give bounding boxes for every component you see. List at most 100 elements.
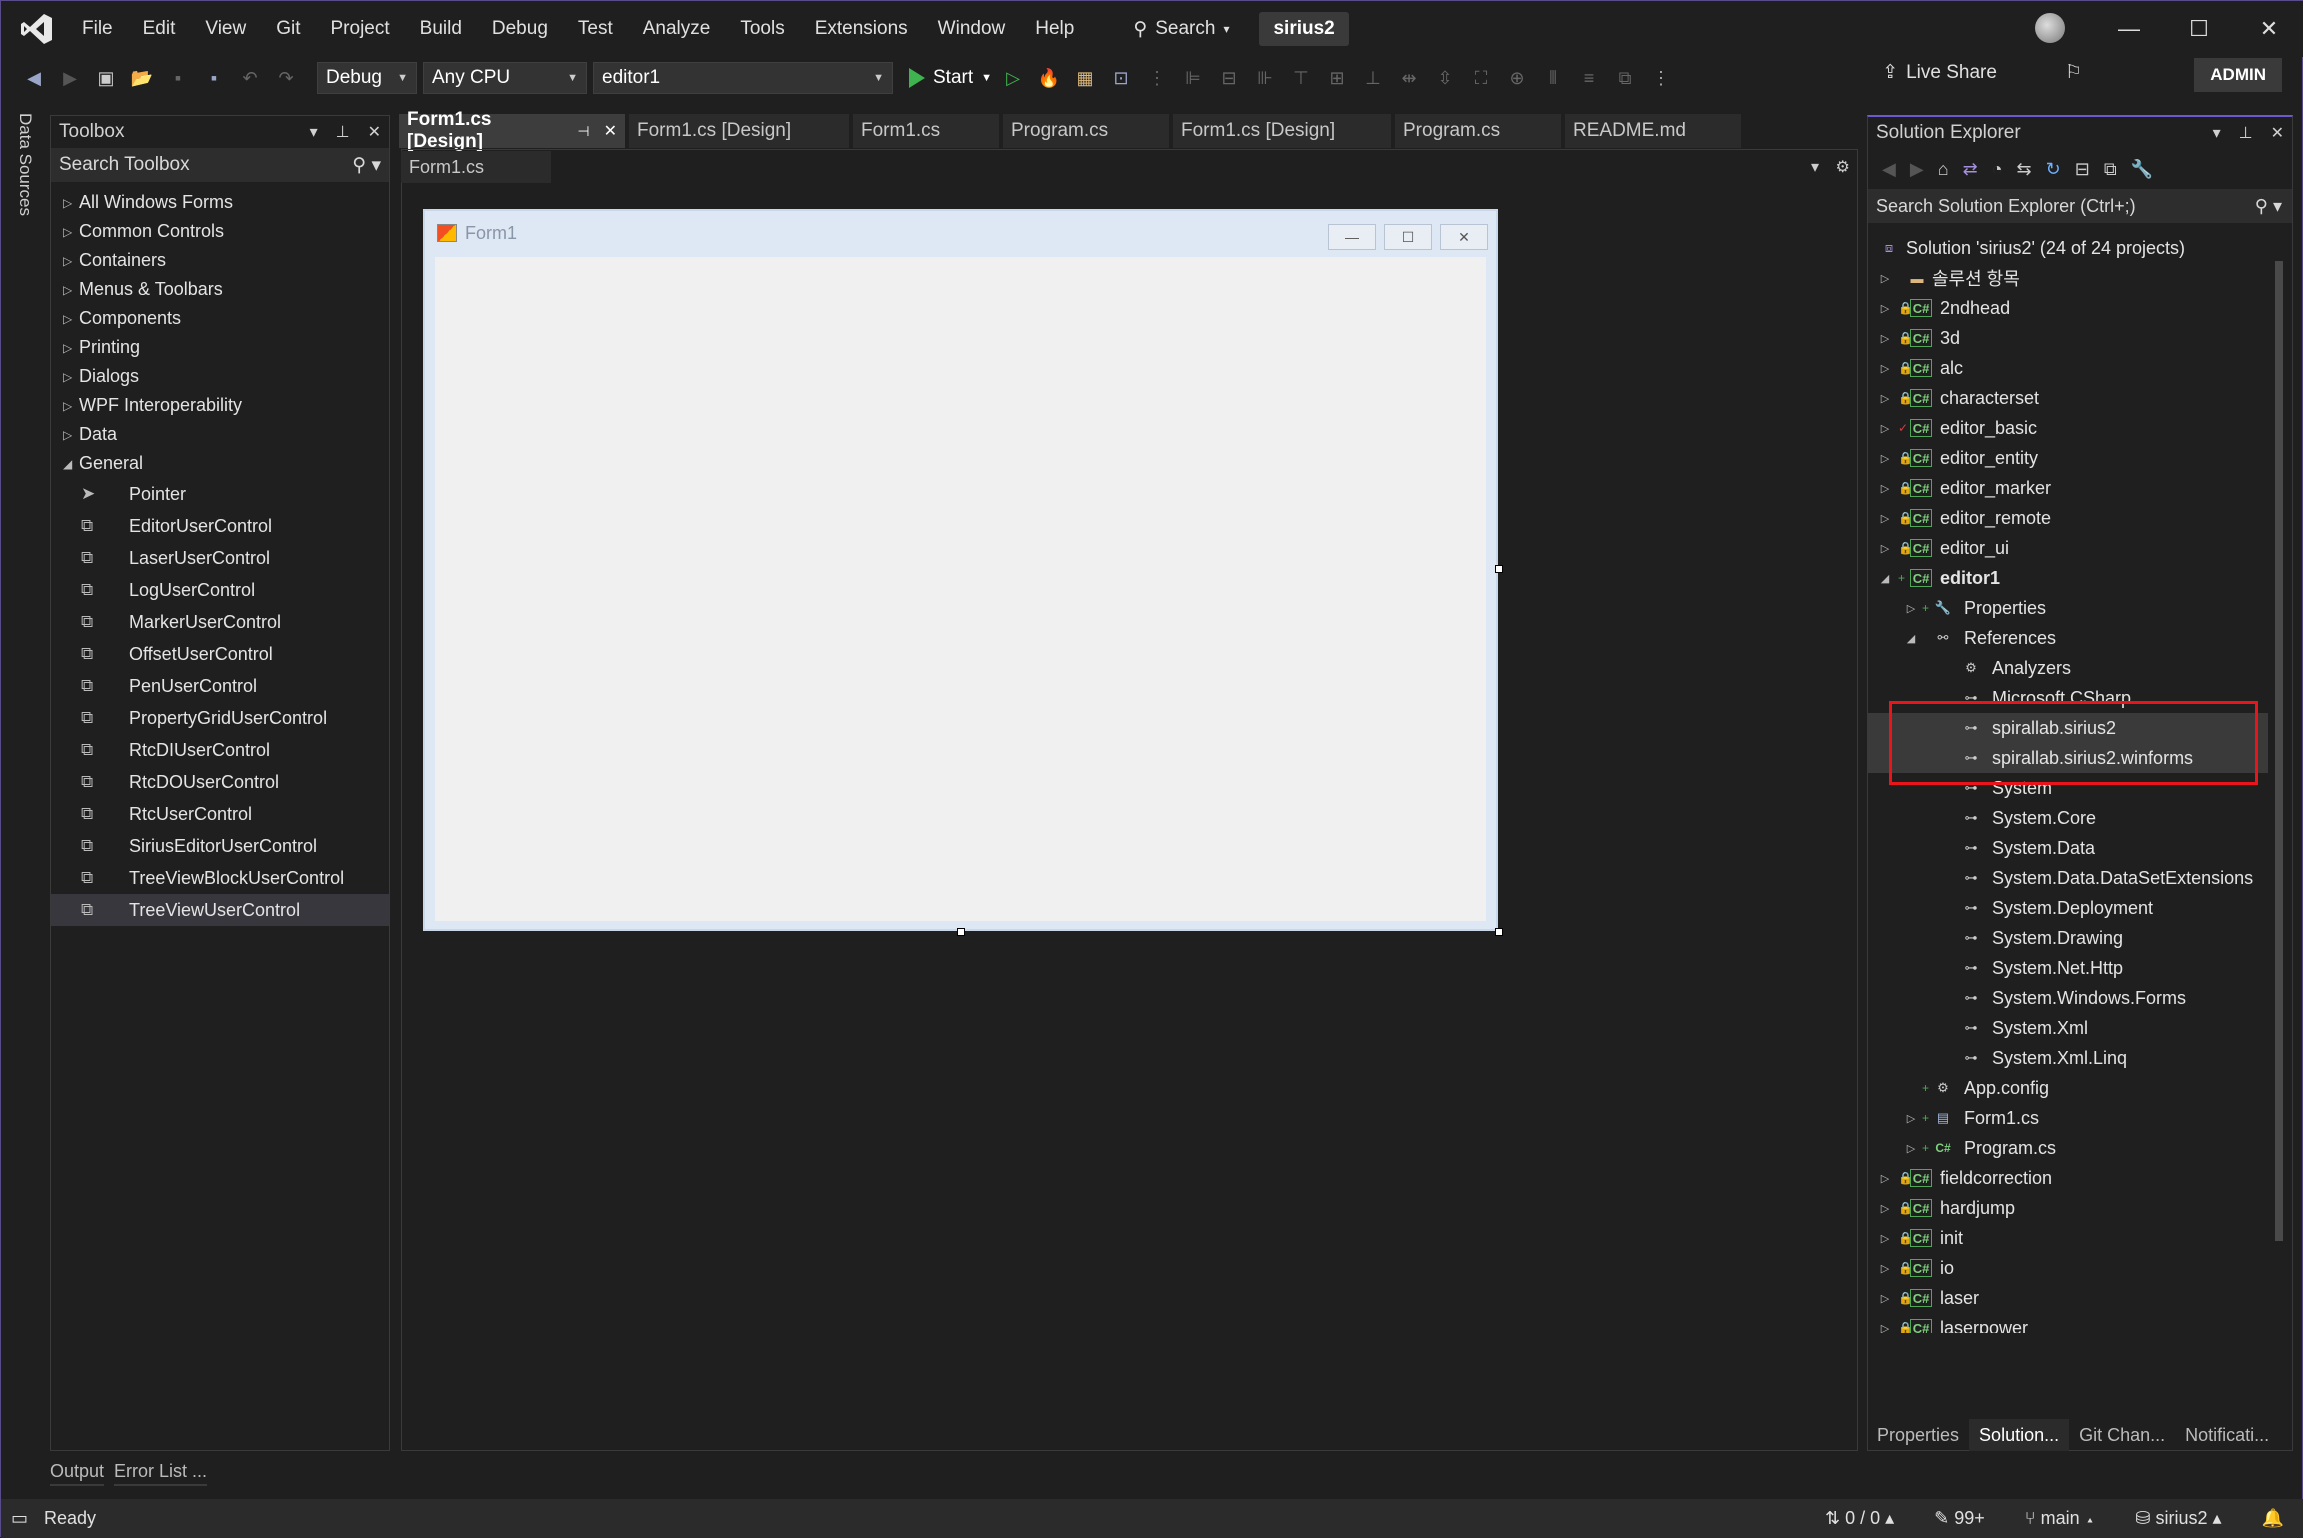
horizontal-spacing-icon[interactable]: ⫴: [1538, 63, 1568, 93]
start-button[interactable]: Start ▼: [909, 67, 992, 89]
tab-document[interactable]: Form1.cs [Design]: [629, 114, 849, 148]
hot-reload-icon[interactable]: 🔥: [1034, 63, 1064, 93]
search-icon[interactable]: ⚲ ▾: [352, 154, 381, 177]
collapse-all-icon[interactable]: ⊟: [2075, 159, 2090, 180]
tree-node-reference[interactable]: ⊶ System.Xml: [1868, 1013, 2268, 1043]
tree-node-project[interactable]: ▷ ✓ C# editor_basic: [1868, 413, 2268, 443]
tree-node-project-editor1[interactable]: ◢ + C# editor1: [1868, 563, 2268, 593]
size-to-grid-icon[interactable]: ⊕: [1502, 63, 1532, 93]
redo-icon[interactable]: ↷: [271, 63, 301, 93]
menu-view[interactable]: View: [190, 1, 261, 57]
tree-node-reference[interactable]: ⊶ System.Deployment: [1868, 893, 2268, 923]
platform-select[interactable]: Any CPU ▼: [423, 62, 587, 94]
repo-status[interactable]: ⛁ sirius2 ▴: [2135, 1508, 2221, 1529]
close-icon[interactable]: ✕: [368, 122, 381, 142]
visual-studio-logo-icon[interactable]: [17, 9, 57, 49]
align-lefts-icon[interactable]: ⊫: [1178, 63, 1208, 93]
tree-node-project[interactable]: ▷ 🔒 C# alc: [1868, 353, 2268, 383]
tree-node-project[interactable]: ▷ 🔒 C# hardjump: [1868, 1193, 2268, 1223]
resize-handle-bottom[interactable]: [957, 928, 965, 936]
tree-node-project[interactable]: ▷ 🔒 C# characterset: [1868, 383, 2268, 413]
toolbox-item[interactable]: ⧉ LaserUserControl: [51, 542, 389, 574]
feedback-icon[interactable]: ⚐: [2065, 61, 2082, 84]
tab-output[interactable]: Output: [50, 1459, 105, 1486]
close-icon[interactable]: ✕: [2271, 123, 2284, 143]
pin-icon[interactable]: ⊥: [336, 122, 350, 142]
form1-designer-window[interactable]: Form1 — ☐ ✕: [423, 209, 1498, 931]
tree-node-solution[interactable]: ⧈ Solution 'sirius2' (24 of 24 projects): [1868, 233, 2268, 263]
menu-edit[interactable]: Edit: [128, 1, 191, 57]
close-icon[interactable]: ✕: [604, 121, 617, 141]
tab-dropdown-icon[interactable]: ▾: [1811, 159, 1819, 176]
save-icon[interactable]: ▪: [163, 63, 193, 93]
toolbox-category-general[interactable]: ◢ General: [51, 449, 389, 478]
resize-handle-right[interactable]: [1495, 565, 1503, 573]
same-height-icon[interactable]: ⇳: [1430, 63, 1460, 93]
menu-file[interactable]: File: [67, 1, 128, 57]
solution-explorer-search-input[interactable]: Search Solution Explorer (Ctrl+;) ⚲ ▾: [1868, 189, 2292, 223]
back-icon[interactable]: ◀: [19, 63, 49, 93]
menu-window[interactable]: Window: [923, 1, 1021, 57]
tree-node-project[interactable]: ▷ 🔒 C# laser: [1868, 1283, 2268, 1313]
same-size-icon[interactable]: ⛶: [1466, 63, 1496, 93]
menu-help[interactable]: Help: [1020, 1, 1089, 57]
refresh-icon[interactable]: ↻: [2046, 159, 2061, 180]
menu-extensions[interactable]: Extensions: [800, 1, 923, 57]
toolbox-category[interactable]: ▷ Common Controls: [51, 217, 389, 246]
user-avatar[interactable]: [2035, 13, 2065, 43]
scrollbar-thumb[interactable]: [2275, 261, 2283, 1241]
tab-document[interactable]: Program.cs: [1003, 114, 1169, 148]
start-without-debugging-icon[interactable]: ▷: [998, 63, 1028, 93]
tab-git-changes[interactable]: Git Chan...: [2069, 1419, 2175, 1451]
output-window-icon[interactable]: ▭: [11, 1508, 28, 1529]
tree-node-reference[interactable]: ⊶ System.Data.DataSetExtensions: [1868, 863, 2268, 893]
tree-node-file[interactable]: ▷ + ▤ Form1.cs: [1868, 1103, 2268, 1133]
tree-node-project[interactable]: ▷ 🔒 C# fieldcorrection: [1868, 1163, 2268, 1193]
vertical-spacing-icon[interactable]: ≡: [1574, 63, 1604, 93]
tree-node-reference[interactable]: ⊶ System.Net.Http: [1868, 953, 2268, 983]
switch-views-icon[interactable]: ⇄: [1963, 159, 1978, 180]
tree-node-project[interactable]: ▷ 🔒 C# init: [1868, 1223, 2268, 1253]
tab-form1-design-active[interactable]: Form1.cs [Design] ⊣ ✕: [399, 109, 625, 152]
layout-toolbar-icon[interactable]: ⊡: [1106, 63, 1136, 93]
tree-node-reference[interactable]: ⊶ System.Xml.Linq: [1868, 1043, 2268, 1073]
new-project-icon[interactable]: ▣: [91, 63, 121, 93]
forward-icon[interactable]: ▶: [55, 63, 85, 93]
menu-debug[interactable]: Debug: [477, 1, 563, 57]
toolbox-category[interactable]: ▷ Data: [51, 420, 389, 449]
back-icon[interactable]: ◀: [1882, 159, 1896, 180]
menu-analyze[interactable]: Analyze: [628, 1, 726, 57]
tree-node-reference[interactable]: ⊶ System.Data: [1868, 833, 2268, 863]
toolbox-item[interactable]: ⧉ OffsetUserControl: [51, 638, 389, 670]
tree-node-reference[interactable]: ⊶ System.Windows.Forms: [1868, 983, 2268, 1013]
toolbox-category[interactable]: ▷ All Windows Forms: [51, 188, 389, 217]
window-position-icon[interactable]: ▾: [310, 122, 318, 142]
browse-icon[interactable]: ▦: [1070, 63, 1100, 93]
save-all-icon[interactable]: ▪: [199, 63, 229, 93]
properties-wrench-icon[interactable]: 🔧: [2131, 159, 2153, 180]
toolbox-category[interactable]: ▷ Dialogs: [51, 362, 389, 391]
global-search[interactable]: ⚲ Search ▾: [1119, 10, 1243, 48]
sync-icon[interactable]: ⇆: [2017, 159, 2032, 180]
tree-node-file[interactable]: + ⚙ App.config: [1868, 1073, 2268, 1103]
tab-document[interactable]: Form1.cs: [853, 114, 999, 148]
tree-node-references[interactable]: ◢ ⚯ References: [1868, 623, 2268, 653]
pending-changes-filter-icon[interactable]: ◔: [1992, 159, 2003, 180]
pin-icon[interactable]: ⊥: [2239, 123, 2253, 143]
tree-node-project[interactable]: ▷ 🔒 C# editor_remote: [1868, 503, 2268, 533]
changes-status[interactable]: ✎ 99+: [1934, 1508, 1985, 1529]
branch-status[interactable]: ⑂ main ▴: [2025, 1508, 2096, 1529]
menu-tools[interactable]: Tools: [725, 1, 799, 57]
sync-status[interactable]: ⇅ 0 / 0 ▴: [1825, 1508, 1894, 1529]
forward-icon[interactable]: ▶: [1910, 159, 1924, 180]
bring-to-front-icon[interactable]: ⧉: [1610, 63, 1640, 93]
data-sources-tab[interactable]: Data Sources: [15, 113, 35, 216]
toolbox-item[interactable]: ⧉ TreeViewBlockUserControl: [51, 862, 389, 894]
tab-solution-explorer[interactable]: Solution...: [1969, 1419, 2070, 1451]
tree-node-project[interactable]: ▷ 🔒 C# 3d: [1868, 323, 2268, 353]
menu-test[interactable]: Test: [563, 1, 628, 57]
toolbox-item[interactable]: ⧉ PropertyGridUserControl: [51, 702, 389, 734]
pin-icon[interactable]: ⊣: [577, 123, 589, 140]
toolbox-item[interactable]: ⧉ EditorUserControl: [51, 510, 389, 542]
align-middles-icon[interactable]: ⊞: [1322, 63, 1352, 93]
